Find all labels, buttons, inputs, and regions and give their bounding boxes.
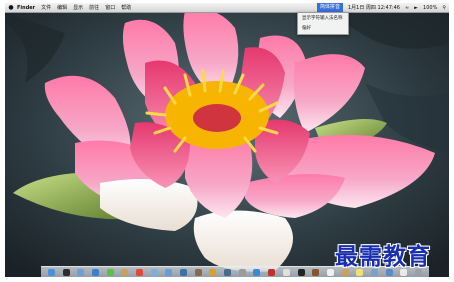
garageband-icon[interactable] [209, 268, 217, 276]
menu-window[interactable]: 窗口 [105, 4, 115, 11]
address-book-icon[interactable] [121, 268, 129, 276]
status-area: 简体拼音 1月1日 周四 12:47:46 ≈ ► 100% ⚲ [312, 3, 449, 12]
dashboard-icon[interactable] [62, 268, 70, 276]
menu-file[interactable]: 文件 [41, 4, 51, 11]
input-method-dropdown: 显示字符输入法名称 偏好 [297, 12, 349, 35]
watermark-logo: 最需教育 [335, 243, 431, 270]
ical-icon[interactable] [135, 268, 143, 276]
ichat-icon[interactable] [106, 268, 114, 276]
photo-booth-icon[interactable] [268, 268, 276, 276]
menu-edit[interactable]: 编辑 [57, 4, 67, 11]
calculator-icon[interactable] [282, 268, 290, 276]
menu-help[interactable]: 帮助 [121, 4, 131, 11]
terminal-icon[interactable] [297, 268, 305, 276]
dropdown-item-show-name[interactable]: 显示字符输入法名称 [298, 13, 348, 23]
dropdown-item-preferences[interactable]: 偏好 [298, 23, 348, 33]
volume-icon[interactable]: ► [414, 5, 418, 11]
apple-icon[interactable]: ● [5, 4, 17, 11]
lotus-wallpaper [5, 3, 449, 277]
input-method-menu[interactable]: 简体拼音 [316, 3, 343, 12]
preview-icon[interactable] [150, 268, 158, 276]
mail-icon[interactable] [77, 268, 85, 276]
finder-icon[interactable] [47, 268, 55, 276]
imovie-icon[interactable] [194, 268, 202, 276]
itunes-icon[interactable] [165, 268, 173, 276]
desktop-screen: ● Finder 文件 编辑 显示 前往 窗口 帮助 简体拼音 1月1日 周四 … [5, 3, 449, 277]
safari-icon[interactable] [91, 268, 99, 276]
menu-view[interactable]: 显示 [73, 4, 83, 11]
font-book-icon[interactable] [312, 268, 320, 276]
textedit-icon[interactable] [326, 268, 334, 276]
menu-bar: ● Finder 文件 编辑 显示 前往 窗口 帮助 简体拼音 1月1日 周四 … [5, 3, 449, 13]
system-preferences-icon[interactable] [238, 268, 246, 276]
menu-go[interactable]: 前往 [89, 4, 99, 11]
app-store-icon[interactable] [253, 268, 261, 276]
wifi-icon[interactable]: ≈ [405, 5, 409, 11]
clock-text[interactable]: 1月1日 周四 12:47:46 [348, 4, 400, 11]
iphoto-icon[interactable] [180, 268, 188, 276]
app-menu-finder[interactable]: Finder [17, 5, 35, 11]
time-machine-icon[interactable] [224, 268, 232, 276]
battery-text[interactable]: 100% [423, 5, 437, 11]
spotlight-icon[interactable]: ⚲ [442, 5, 446, 11]
